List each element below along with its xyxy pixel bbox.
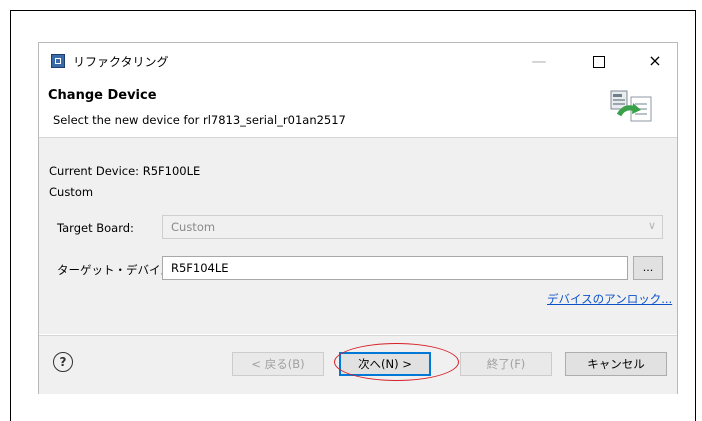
target-board-label: Target Board: (57, 221, 134, 235)
cancel-button[interactable]: キャンセル (565, 352, 667, 376)
target-board-dropdown[interactable]: Custom ∨ (162, 215, 663, 239)
back-button[interactable]: < 戻る(B) (232, 352, 324, 376)
target-device-field[interactable]: R5F104LE (162, 256, 628, 280)
page-description: Select the new device for rl7813_serial_… (53, 113, 346, 127)
target-device-value: R5F104LE (171, 261, 229, 275)
maximize-button[interactable] (579, 47, 619, 75)
device-unlock-link[interactable]: デバイスのアンロック... (547, 291, 672, 307)
highlight-ellipse (334, 343, 459, 381)
refactoring-dialog: リファクタリング — × Change Device Select the ne… (38, 42, 678, 394)
change-device-icon (610, 90, 652, 122)
target-board-value: Custom (171, 220, 216, 234)
chevron-down-icon: ∨ (647, 219, 656, 232)
minimize-button[interactable]: — (519, 47, 559, 75)
button-bar: ? < 戻る(B) 次へ(N) > 終了(F) キャンセル (39, 335, 677, 394)
current-board-label: Custom (49, 185, 94, 199)
finish-button[interactable]: 終了(F) (460, 352, 552, 376)
app-icon (51, 54, 65, 68)
help-icon[interactable]: ? (53, 352, 73, 372)
target-device-label: ターゲット・デバイス: (57, 263, 176, 277)
window-title: リファクタリング (73, 55, 169, 69)
page-title: Change Device (48, 88, 157, 103)
close-button[interactable]: × (635, 47, 675, 75)
wizard-header: Change Device Select the new device for … (39, 79, 677, 138)
title-bar: リファクタリング — × (39, 43, 677, 79)
wizard-body: Current Device: R5F100LE Custom Target B… (39, 138, 677, 334)
maximize-icon (593, 55, 605, 68)
current-device-label: Current Device: R5F100LE (49, 164, 201, 178)
browse-button[interactable]: ... (633, 256, 663, 280)
